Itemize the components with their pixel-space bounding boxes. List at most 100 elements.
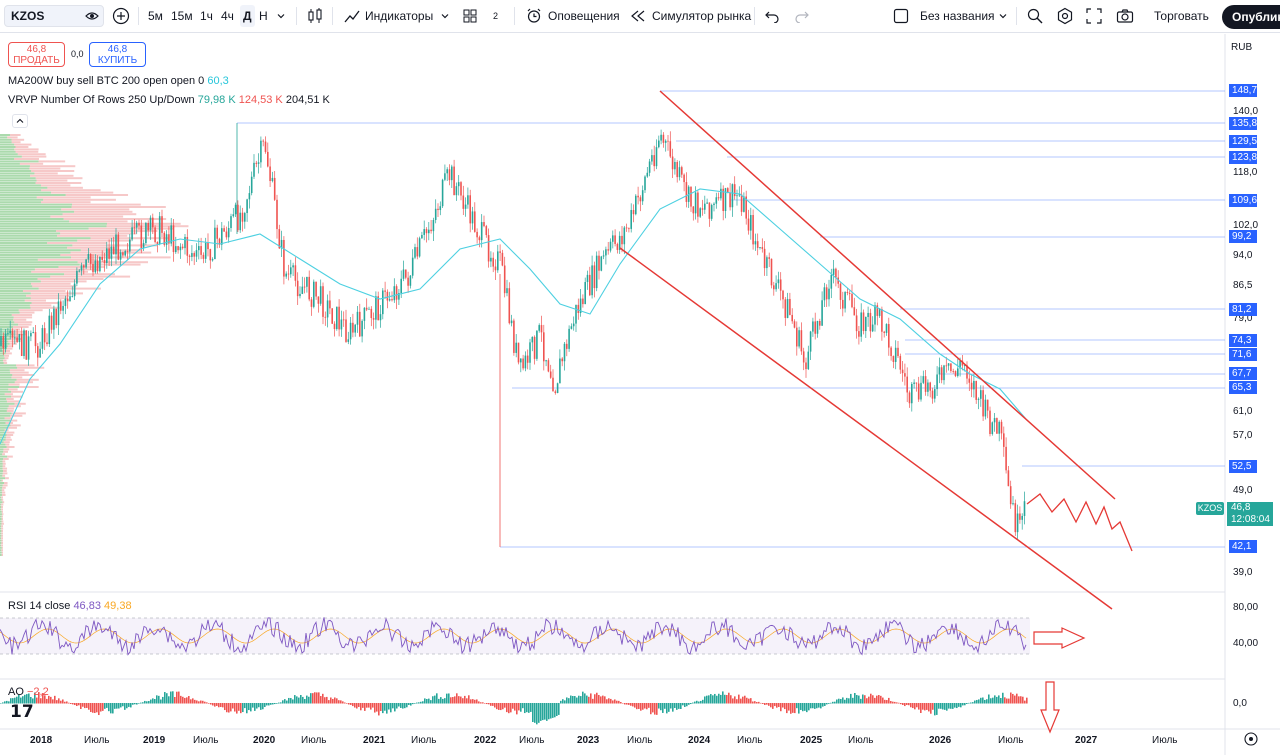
candle-body [986, 399, 989, 411]
alerts-button[interactable]: Оповещения [526, 5, 620, 27]
fullscreen-icon[interactable] [1086, 5, 1102, 27]
camera-snapshot-icon[interactable] [1116, 5, 1134, 27]
symbol-search[interactable]: KZOS [4, 5, 104, 27]
ao-bar [196, 700, 198, 704]
redo-icon[interactable] [794, 5, 810, 27]
layout-name[interactable]: Без названия [920, 5, 995, 27]
indicators-button[interactable]: Индикаторы [344, 5, 433, 27]
ao-axis-label: 0,0 [1233, 698, 1247, 709]
candle-body [418, 238, 421, 257]
interval-1h[interactable]: 1ч [200, 5, 213, 27]
chevron-down-icon[interactable] [276, 5, 286, 27]
ao-bar [426, 699, 428, 704]
price-line-tag[interactable]: 67,7 [1229, 367, 1257, 380]
ao-legend[interactable]: AO −2,2 [8, 686, 49, 698]
candle-body [34, 332, 37, 347]
candle-body [1009, 486, 1012, 505]
candle-body [142, 243, 145, 249]
candle-body [911, 383, 913, 404]
candle-body [48, 315, 51, 345]
collapse-legend-button[interactable] [12, 114, 28, 128]
quick-search-icon[interactable] [1026, 5, 1044, 27]
layout-checkbox-icon[interactable] [893, 5, 909, 27]
ao-bar [960, 703, 962, 708]
ao-bar [102, 703, 104, 711]
vrvp-legend[interactable]: VRVP Number Of Rows 250 Up/Down 79,98 K … [8, 94, 330, 106]
buy-button[interactable]: 46,8 КУПИТЬ [89, 42, 146, 67]
ao-bar [92, 703, 94, 713]
candles-icon[interactable] [307, 5, 323, 27]
indicators-chevron-icon[interactable] [440, 5, 450, 27]
candle-body [460, 182, 462, 196]
candle-body [393, 286, 396, 301]
ao-bar [286, 700, 288, 704]
watch-icon[interactable] [85, 9, 99, 23]
tradingview-logo[interactable]: 17 [10, 702, 34, 722]
ao-bar [508, 703, 510, 714]
price-line-tag[interactable]: 123,8 [1229, 151, 1257, 164]
publish-button[interactable]: Опубликовать [1222, 5, 1280, 29]
ao-bar [926, 703, 928, 710]
ao-bar [106, 703, 108, 708]
candle-body [858, 331, 860, 337]
candle-body [602, 255, 605, 257]
price-line-tag[interactable]: 135,8 [1229, 117, 1257, 130]
ao-bar [88, 703, 90, 710]
volume-profile-bar-up [0, 266, 59, 268]
price-line-tag[interactable]: 81,2 [1229, 303, 1257, 316]
candle-body [796, 327, 798, 347]
interval-week[interactable]: Н [259, 5, 268, 27]
layout-chevron-icon[interactable] [998, 5, 1008, 27]
interval-day[interactable]: Д [240, 5, 255, 27]
candle-body [200, 246, 202, 255]
replay-button[interactable]: Симулятор рынка [630, 5, 751, 27]
ao-bar [700, 700, 702, 704]
candle-body [457, 182, 460, 187]
interval-15m[interactable]: 15м [171, 5, 193, 27]
volume-profile-bar-up [0, 446, 7, 448]
trade-button[interactable]: Торговать [1154, 5, 1209, 27]
ao-bar [452, 697, 454, 704]
compare-add-icon[interactable] [112, 5, 130, 27]
candle-body [301, 286, 304, 294]
volume-profile-bar-down [6, 431, 15, 434]
rsi-legend[interactable]: RSI 14 close 46,83 49,38 [8, 600, 132, 612]
ao-bar [126, 703, 128, 709]
candle-body [938, 367, 941, 375]
price-line-tag[interactable]: 42,1 [1229, 540, 1257, 553]
price-line-tag[interactable]: 65,3 [1229, 381, 1257, 394]
volume-profile-bar-down [29, 174, 74, 177]
ao-bar [584, 693, 586, 704]
ao-bar [908, 703, 910, 706]
volume-profile-bar-down [14, 321, 33, 324]
ao-bar [288, 697, 290, 704]
interval-5m[interactable]: 5м [148, 5, 163, 27]
ao-bar [506, 703, 508, 713]
price-line-tag[interactable]: 71,6 [1229, 348, 1257, 361]
price-line-tag[interactable]: 52,5 [1229, 460, 1257, 473]
undo-icon[interactable] [764, 5, 780, 27]
sell-button[interactable]: 46,8 ПРОДАТЬ [8, 42, 65, 67]
ao-bar [988, 694, 990, 704]
layouts-grid-icon[interactable] [462, 5, 478, 27]
ao-bar [778, 703, 780, 707]
chart-area[interactable]: 46,8 ПРОДАТЬ 0,0 46,8 КУПИТЬ MA200W buy se… [0, 34, 1280, 755]
interval-4h[interactable]: 4ч [221, 5, 234, 27]
chart-canvas[interactable] [0, 34, 1280, 755]
price-line-tag[interactable]: 99,2 [1229, 230, 1257, 243]
volume-profile-bar-up [0, 501, 3, 504]
price-line-tag[interactable]: 109,6 [1229, 194, 1257, 207]
projection-path [1026, 493, 1133, 552]
ao-bar [228, 703, 230, 713]
ma-legend[interactable]: MA200W buy sell BTC 200 open open 0 60,3 [8, 75, 229, 87]
ao-bar [632, 703, 634, 707]
ao-bar [874, 697, 876, 704]
chevron-up-icon [16, 118, 24, 123]
price-line-tag[interactable]: 74,3 [1229, 334, 1257, 347]
price-line-tag[interactable]: 129,5 [1229, 135, 1257, 148]
currency-selector[interactable]: RUB [1231, 42, 1252, 53]
ao-bar [372, 703, 374, 708]
ao-bar [920, 703, 922, 713]
settings-gear-icon[interactable] [1056, 5, 1074, 27]
price-line-tag[interactable]: 148,7 [1229, 84, 1257, 97]
